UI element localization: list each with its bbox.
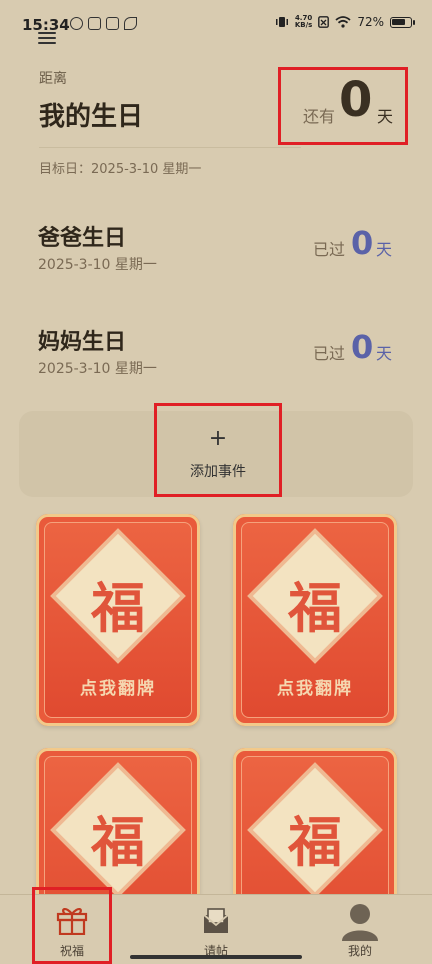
battery-icon [390,16,415,28]
event-unit: 天 [376,240,393,259]
main-event-title: 我的生日 [39,102,144,132]
sim-off-icon [318,16,330,28]
main-event-target-date: 目标日：2025-3-10 星期一 [39,162,202,177]
divider [39,147,301,148]
menu-icon[interactable] [38,32,56,44]
notification-icon [70,17,83,30]
home-indicator[interactable] [130,955,302,959]
event-count: 0 [351,328,374,366]
event-title: 妈妈生日 [38,330,127,355]
event-row[interactable]: 爸爸生日 2025-3-10 星期一 已过 0 天 [20,220,412,300]
event-prefix: 已过 [313,344,346,363]
countdown-number: 0 [339,72,373,128]
flip-card-label: 点我翻牌 [80,679,156,699]
add-event-label: 添加事件 [190,464,246,480]
event-count: 0 [351,224,374,262]
main-event-label: 距离 [39,71,67,87]
fu-card[interactable]: 福 点我翻牌 [36,514,200,726]
status-right: 4.70 KB/s 72% [275,15,415,29]
countdown-prefix: 还有 [303,107,336,126]
net-speed-unit: KB/s [294,21,313,29]
wifi-icon [335,16,351,28]
nav-item-mine[interactable]: 我的 [288,895,432,964]
fu-character: 福 [91,810,145,874]
add-event-button[interactable]: + 添加事件 [154,403,282,497]
event-date: 2025-3-10 星期一 [38,361,157,377]
flip-card-label: 点我翻牌 [277,679,353,699]
plus-icon: + [208,426,228,451]
status-bar: 15:34 4.70 KB/s 72% [0,0,432,52]
fu-character: 福 [288,576,342,640]
event-row[interactable]: 妈妈生日 2025-3-10 星期一 已过 0 天 [20,324,412,404]
battery-percent: 72% [357,15,384,29]
event-prefix: 已过 [313,240,346,259]
main-event-countdown: 还有 0 天 [278,67,408,145]
fu-character: 福 [288,810,342,874]
user-icon [342,904,378,941]
fu-card[interactable]: 福 点我翻牌 [233,514,397,726]
countdown-unit: 天 [377,107,394,126]
event-unit: 天 [376,344,393,363]
event-date: 2025-3-10 星期一 [38,257,157,273]
mail-icon [203,908,229,933]
notification-icons [70,17,137,30]
vibrate-icon [275,17,288,27]
notification-icon [88,17,101,30]
notification-icon [124,17,137,30]
notification-icon [106,17,119,30]
event-title: 爸爸生日 [38,226,127,251]
net-speed: 4.70 KB/s [295,15,312,29]
fu-character: 福 [91,576,145,640]
nav-label: 我的 [347,944,372,958]
main-event-card[interactable]: 距离 我的生日 还有 0 天 目标日：2025-3-10 星期一 [20,58,412,188]
nav-item-invitation[interactable]: 请帖 [144,895,288,964]
nav-active-highlight [32,887,112,964]
